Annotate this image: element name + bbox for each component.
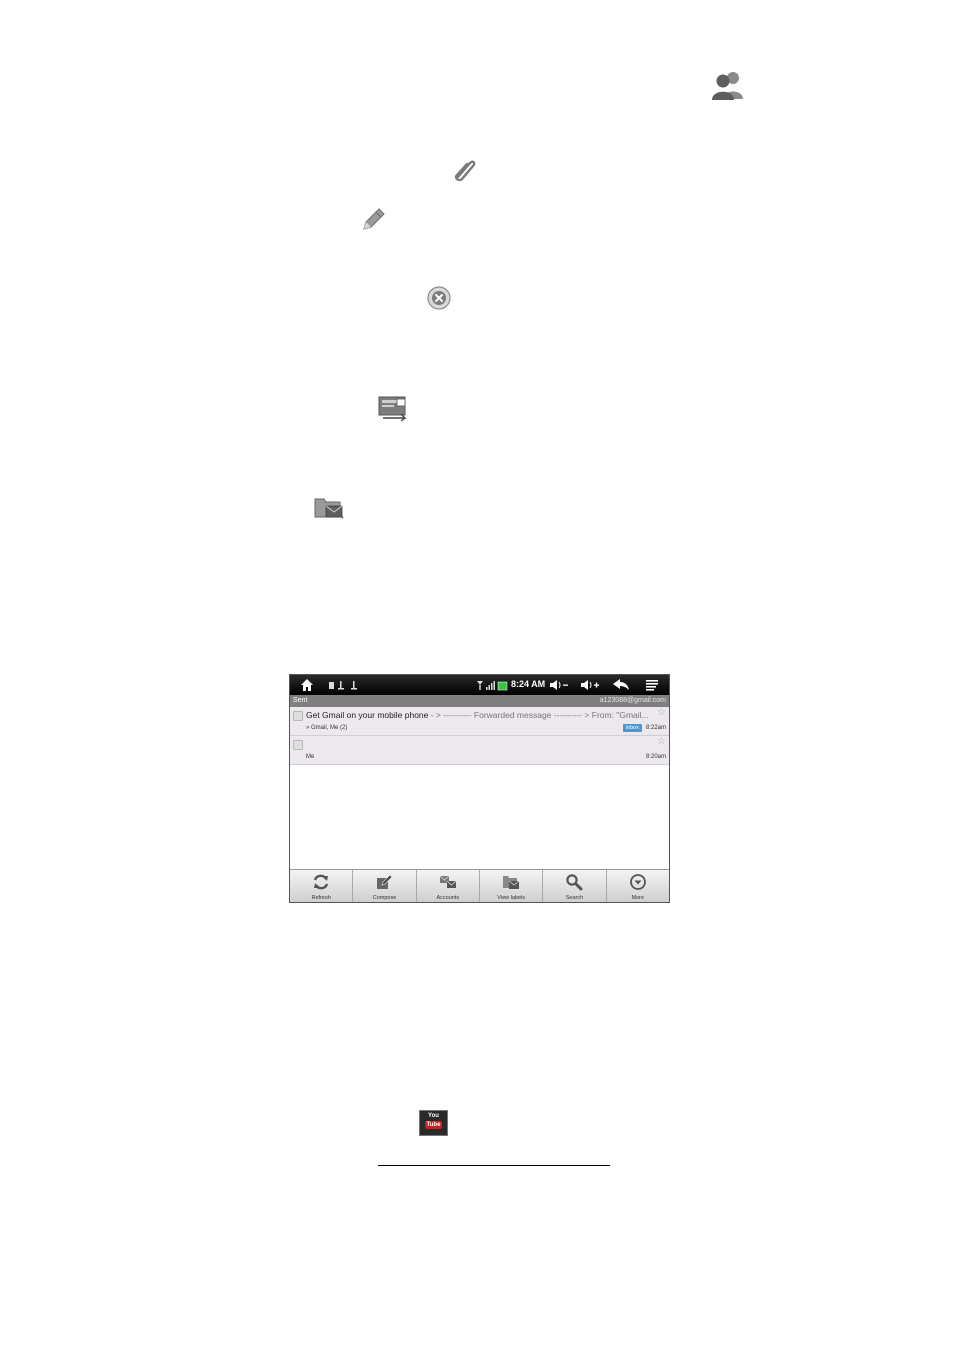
- account-email: a123088@gmail.com: [599, 697, 666, 704]
- youtube-icon: You Tube: [419, 1110, 448, 1136]
- signal-battery-icons: [477, 681, 508, 691]
- refresh-button[interactable]: Refresh: [290, 870, 354, 902]
- compose-icon: [377, 874, 393, 889]
- notification-icons: [329, 681, 357, 690]
- star-icon[interactable]: ☆: [657, 708, 666, 718]
- discard-icon: [426, 285, 452, 311]
- message-sender: Me: [306, 754, 315, 760]
- search-label: Search: [565, 895, 584, 901]
- refresh-label: Refresh: [311, 895, 331, 901]
- message-sender: » Gmail, Me (2): [306, 725, 348, 731]
- more-button[interactable]: More: [607, 870, 669, 902]
- accounts-icon: [439, 875, 457, 888]
- bottom-toolbar: Refresh Compose Accounts View labels Sea…: [290, 869, 669, 902]
- current-label: Sent: [293, 697, 308, 704]
- youtube-logo-tube: Tube: [425, 1121, 442, 1129]
- more-icon: [629, 874, 646, 890]
- search-icon: [566, 874, 583, 891]
- contacts-icon: [711, 69, 745, 101]
- message-checkbox[interactable]: [293, 740, 303, 750]
- save-draft-icon: [377, 394, 409, 422]
- inbox-tag: Inbox: [622, 724, 642, 732]
- message-time: 8:22am: [645, 725, 666, 731]
- view-labels-label: View labels: [497, 895, 526, 901]
- message-subject: Get Gmail on your mobile phone - > -----…: [306, 710, 649, 720]
- label-bar: Sent a123088@gmail.com: [290, 695, 669, 707]
- pencil-icon: [360, 205, 388, 233]
- clock-text: 8:24 AM: [511, 679, 546, 689]
- search-button[interactable]: Search: [543, 870, 607, 902]
- message-row[interactable]: ☆ Me 8:20am: [290, 736, 669, 765]
- home-icon[interactable]: [300, 678, 314, 692]
- gmail-screenshot: 8:24 AM Sent a123088@gmail.com Get Gmail…: [289, 674, 670, 903]
- message-checkbox[interactable]: [293, 711, 303, 721]
- refresh-icon: [314, 874, 329, 890]
- volume-up-icon[interactable]: [580, 679, 600, 691]
- accounts-label: Accounts: [436, 895, 460, 901]
- compose-label: Compose: [372, 895, 397, 901]
- view-labels-icon: [503, 876, 520, 889]
- labels-folder-icon: [314, 495, 344, 519]
- star-icon[interactable]: ☆: [657, 737, 666, 747]
- message-time: 8:20am: [645, 754, 666, 760]
- message-row[interactable]: Get Gmail on your mobile phone - > -----…: [290, 707, 669, 736]
- paperclip-icon: [450, 155, 478, 183]
- link-underline: [378, 1165, 610, 1166]
- menu-icon[interactable]: [645, 679, 659, 691]
- view-labels-button[interactable]: View labels: [480, 870, 544, 902]
- accounts-button[interactable]: Accounts: [417, 870, 480, 902]
- youtube-logo-you: You: [428, 1113, 439, 1119]
- more-label: More: [631, 895, 645, 901]
- volume-down-icon[interactable]: [549, 679, 569, 691]
- back-icon[interactable]: [612, 678, 630, 692]
- compose-button[interactable]: Compose: [353, 870, 417, 902]
- status-bar: 8:24 AM: [290, 675, 669, 695]
